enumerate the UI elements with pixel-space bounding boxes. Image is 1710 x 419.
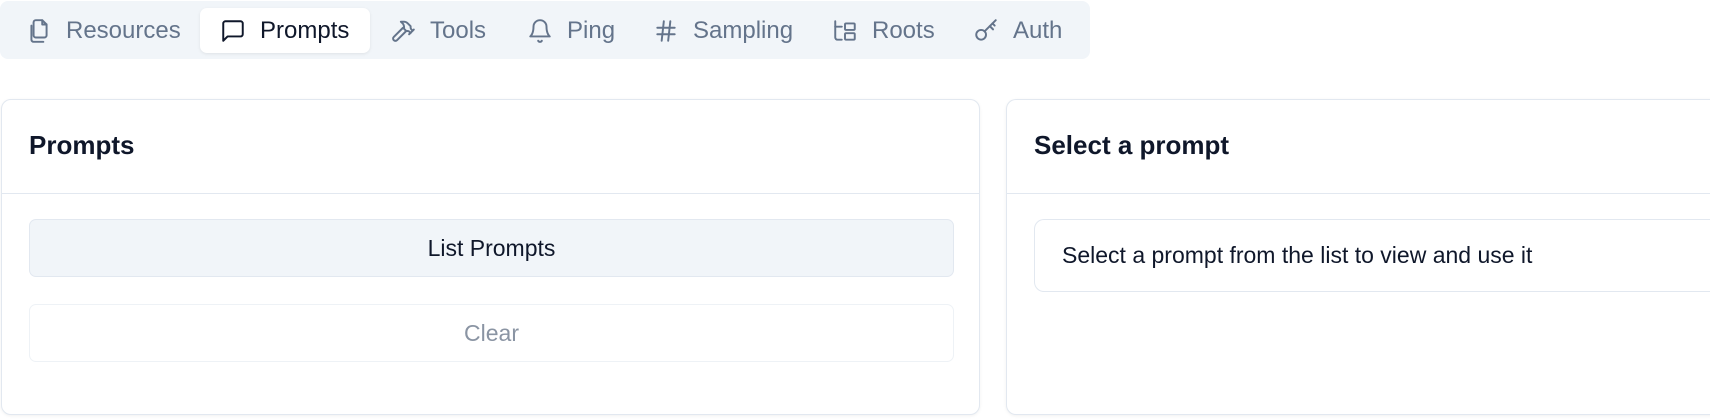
list-prompts-button[interactable]: List Prompts	[29, 219, 954, 277]
tab-ping[interactable]: Ping	[527, 8, 615, 53]
prompt-detail-title: Select a prompt	[1034, 130, 1230, 160]
prompts-panel-title: Prompts	[29, 130, 135, 160]
message-square-icon	[222, 19, 244, 42]
prompts-panel: Prompts List Prompts Clear	[1, 99, 980, 415]
bell-icon	[529, 18, 551, 43]
prompt-placeholder-message: Select a prompt from the list to view an…	[1034, 219, 1710, 292]
tab-roots[interactable]: Roots	[832, 8, 935, 53]
tab-prompts-label: Prompts	[260, 16, 350, 44]
hash-icon	[656, 19, 676, 42]
prompt-detail-header: Select a prompt	[1007, 100, 1710, 194]
key-icon	[975, 18, 997, 41]
prompt-detail-panel: Select a prompt Select a prompt from the…	[1006, 99, 1710, 415]
folder-tree-icon	[834, 19, 856, 41]
tab-resources-label: Resources	[66, 16, 181, 44]
tab-resources[interactable]: Resources	[26, 8, 181, 53]
tab-auth[interactable]: Auth	[973, 8, 1062, 53]
files-icon	[30, 18, 48, 43]
hammer-icon	[392, 20, 415, 42]
tab-roots-label: Roots	[872, 16, 935, 44]
tab-sampling-label: Sampling	[693, 16, 794, 44]
tab-tools-label: Tools	[430, 16, 487, 44]
tab-tools[interactable]: Tools	[390, 8, 486, 53]
tab-bar: Resources Prompts Tools Ping Sampling Ro…	[0, 1, 1090, 59]
tab-auth-label: Auth	[1013, 16, 1063, 44]
tab-ping-label: Ping	[567, 16, 616, 44]
tab-prompts[interactable]: Prompts	[200, 8, 370, 53]
tab-sampling[interactable]: Sampling	[653, 8, 793, 53]
clear-button[interactable]: Clear	[29, 304, 954, 362]
prompts-panel-header: Prompts	[2, 100, 979, 194]
